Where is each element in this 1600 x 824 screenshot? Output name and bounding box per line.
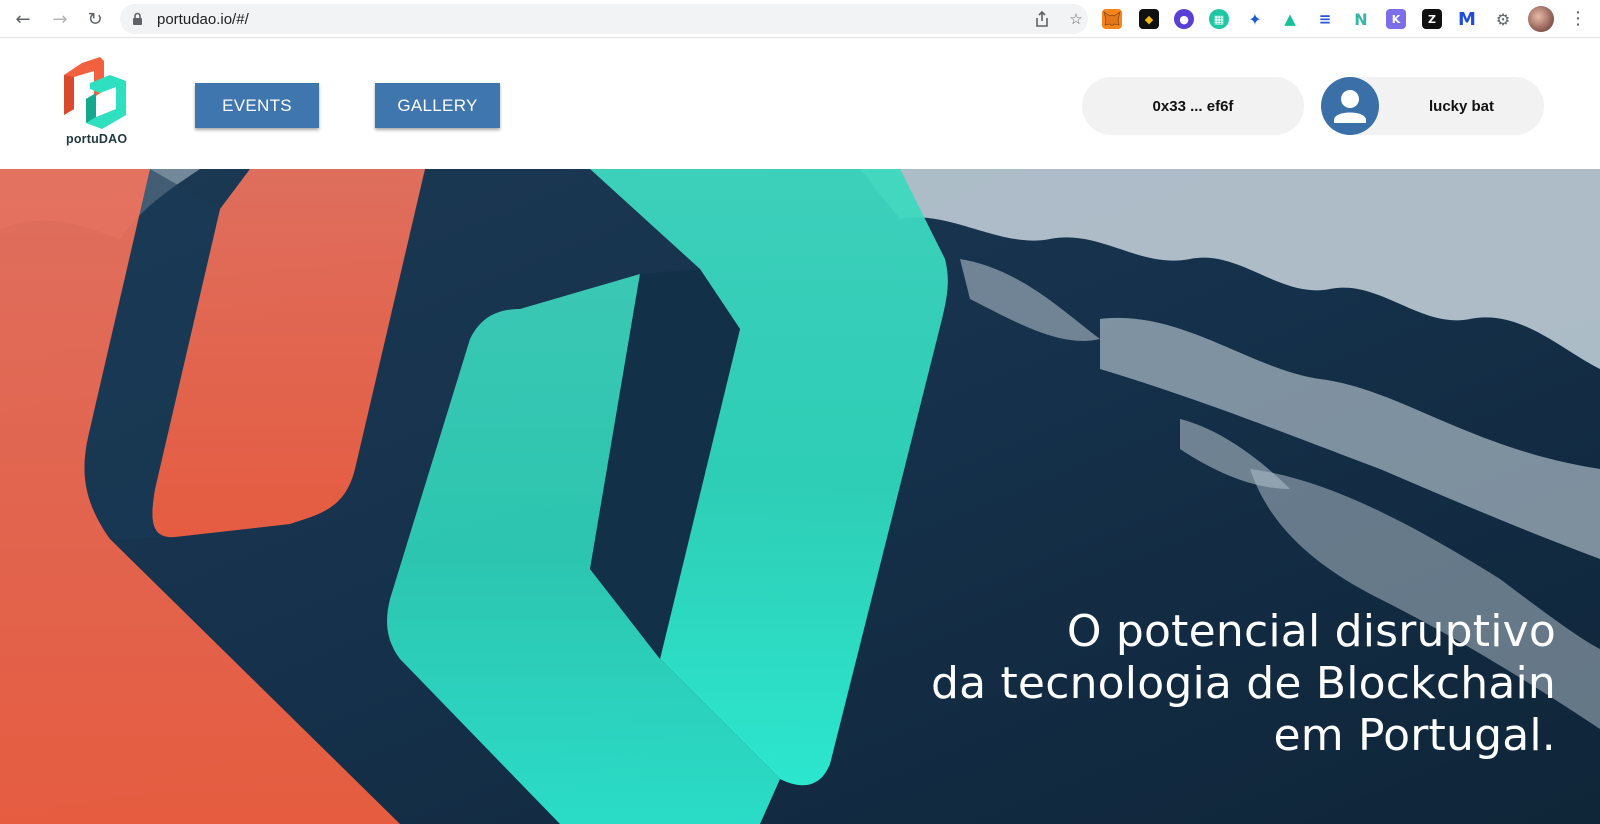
wallet-address-button[interactable]: 0x33 ... ef6f [1082,77,1304,135]
hero-headline-line-3: em Portugal. [1273,710,1556,761]
logo-text: portuDAO [66,132,128,146]
binance-extension-icon[interactable]: ◆ [1139,9,1159,29]
user-name: lucky bat [1428,97,1495,115]
extension-icon-3[interactable]: ● [1174,9,1194,29]
extension-icon-8[interactable]: N [1351,9,1371,29]
portudao-logo-mark [64,57,126,129]
portudao-logo[interactable]: portuDAO [60,57,132,149]
hero-headline-line-1: O potencial disruptivo [1066,606,1556,657]
reload-icon[interactable]: ↻ [83,7,107,31]
hero-headline-line-2: da tecnologia de Blockchain [931,658,1556,709]
extension-icon-10[interactable]: Z [1422,9,1442,29]
user-avatar-icon [1321,77,1379,135]
hero-banner: O potencial disruptivo da tecnologia de … [0,169,1600,824]
address-bar[interactable]: portudao.io/#/ ☆ [120,4,1088,34]
forward-icon[interactable]: → [48,7,72,31]
bookmark-star-icon[interactable]: ☆ [1066,9,1086,29]
extension-icon-5[interactable]: ✦ [1245,9,1265,29]
user-profile-button[interactable]: lucky bat [1321,77,1544,135]
extension-icon-6[interactable]: ▲ [1280,9,1300,29]
extension-icon-11[interactable]: M [1457,9,1477,30]
extension-icon-9[interactable]: K [1386,9,1406,29]
metamask-extension-icon[interactable] [1102,9,1122,29]
browser-toolbar: ← → ↻ portudao.io/#/ ☆ ◆ ● ▦ ✦ ▲ ≡ N K Z… [0,0,1600,38]
back-icon[interactable]: ← [11,7,35,31]
menu-icon[interactable]: ⋮ [1568,8,1588,30]
extensions-icon[interactable]: ⚙ [1493,9,1513,29]
profile-avatar[interactable] [1528,6,1554,32]
url-text[interactable]: portudao.io/#/ [157,11,249,28]
site-header: portuDAO EVENTS GALLERY 0x33 ... ef6f lu… [0,39,1600,169]
gallery-button[interactable]: GALLERY [375,83,500,128]
events-button[interactable]: EVENTS [195,83,319,128]
share-icon[interactable] [1032,9,1052,29]
hero-headline: O potencial disruptivo da tecnologia de … [931,606,1556,762]
extension-icon-7[interactable]: ≡ [1315,9,1335,29]
extension-icon-4[interactable]: ▦ [1209,9,1229,29]
lock-icon[interactable] [132,12,143,26]
